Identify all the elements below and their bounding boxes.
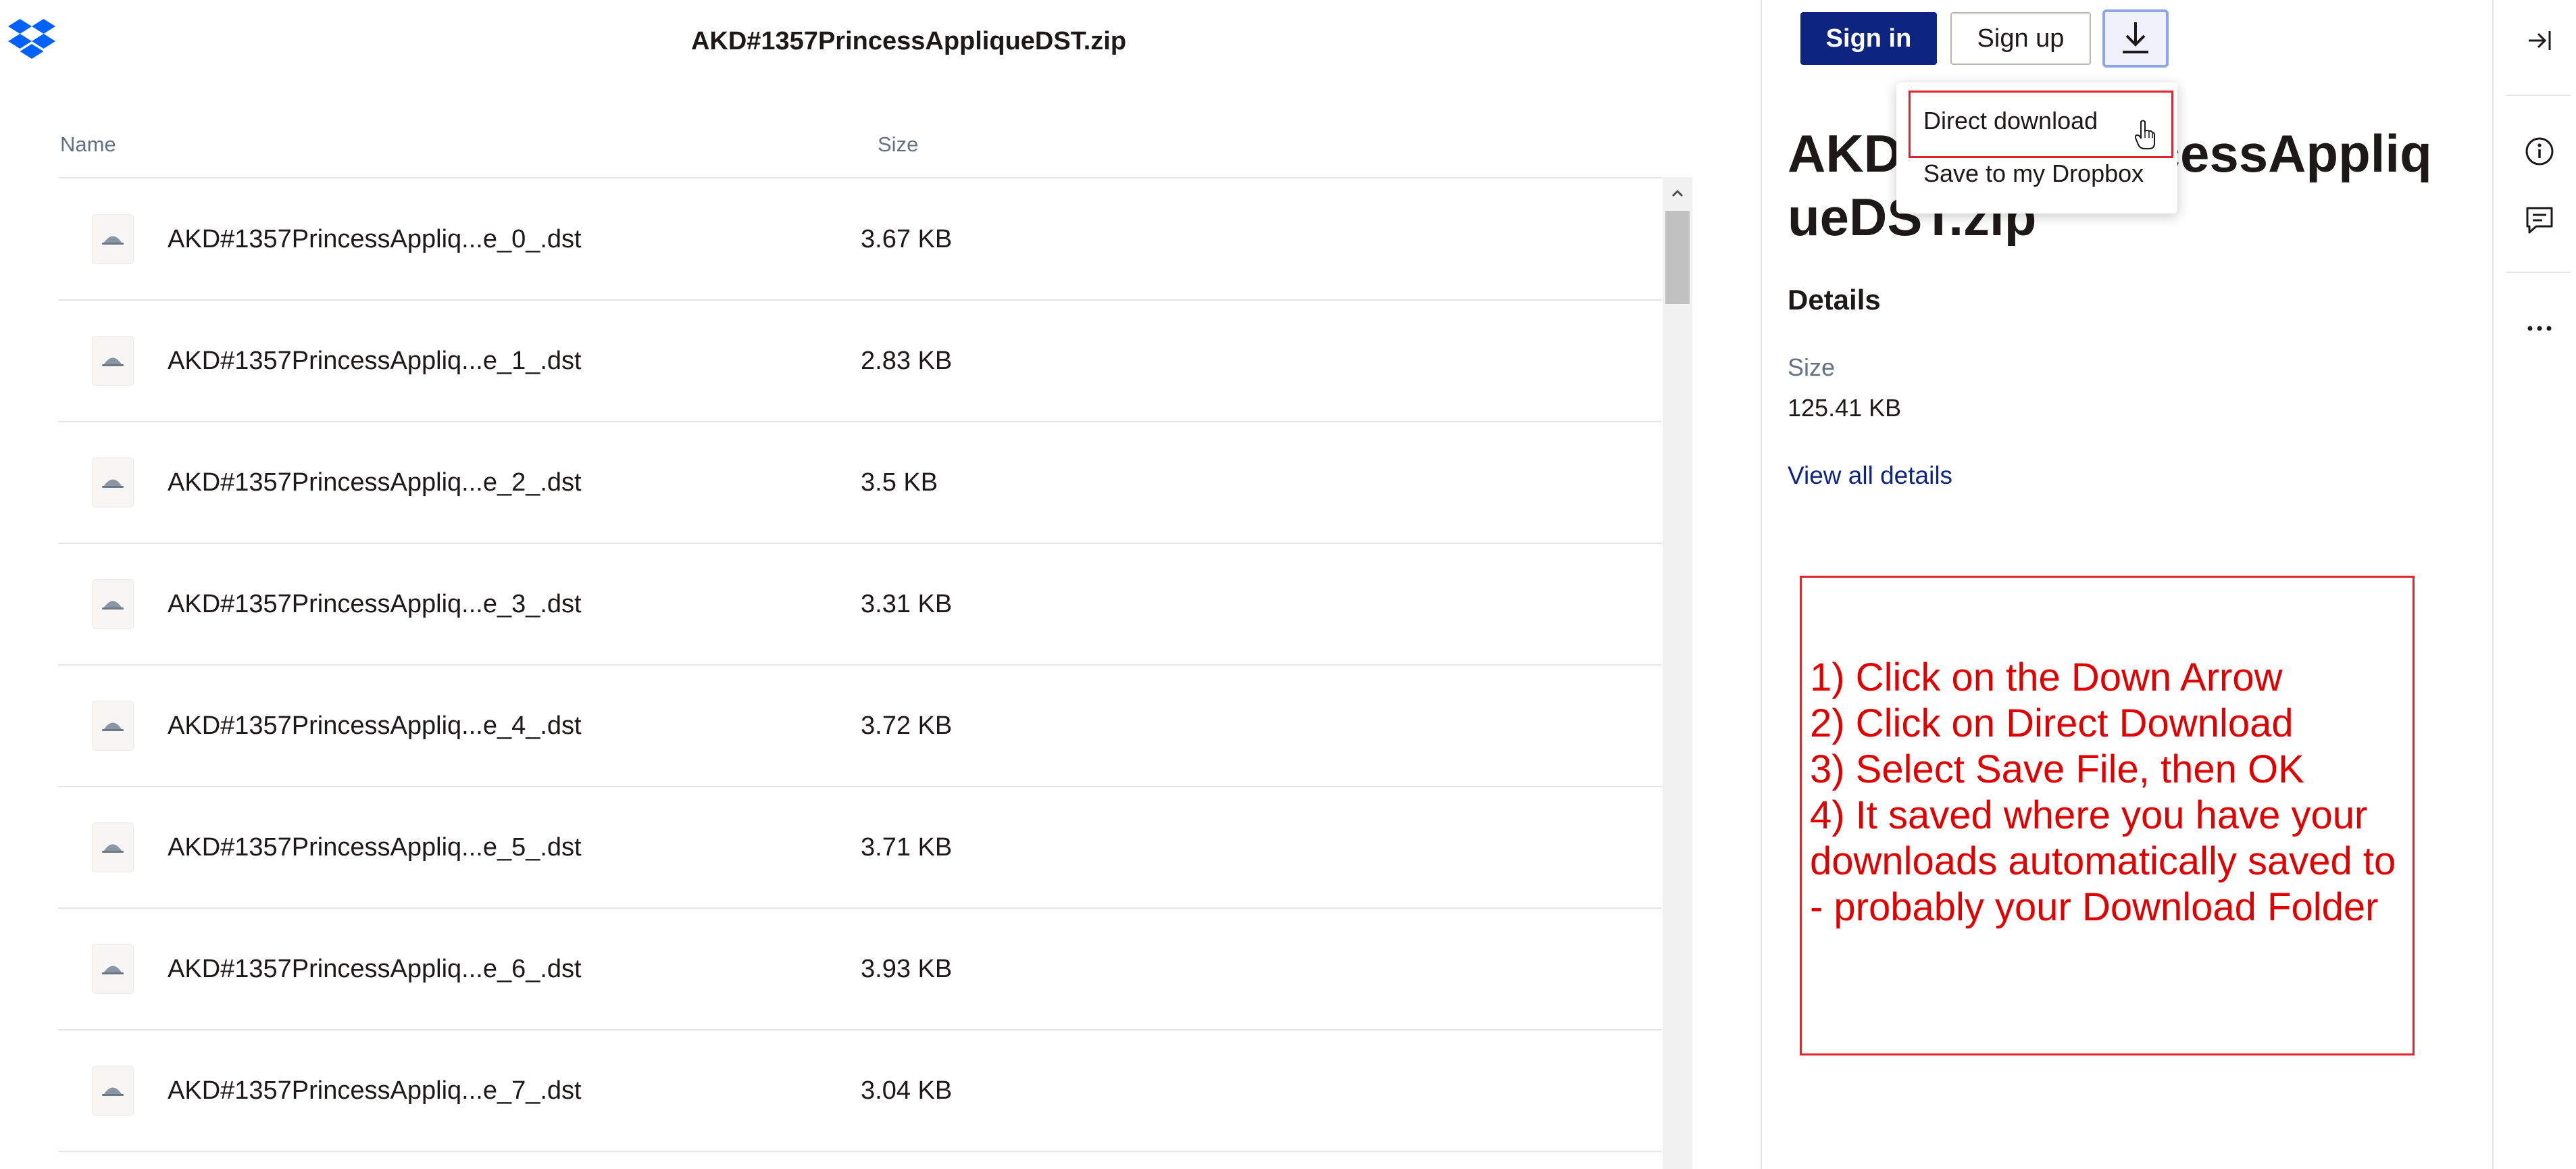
rail-separator — [2506, 95, 2571, 96]
instructions-note: 1) Click on the Down Arrow 2) Click on D… — [1800, 576, 2415, 1055]
scroll-thumb[interactable] — [1665, 211, 1690, 304]
embroidery-file-icon — [92, 457, 134, 507]
file-size: 3.5 KB — [861, 468, 938, 497]
table-row[interactable]: AKD#1357PrincessAppliq...e_2_.dst 3.5 KB — [58, 422, 1662, 544]
view-all-details-link[interactable]: View all details — [1788, 462, 1952, 490]
rail-divider — [2492, 0, 2494, 1169]
table-row[interactable]: AKD#1357PrincessAppliq...e_4_.dst 3.72 K… — [58, 666, 1662, 787]
rail-separator — [2506, 272, 2571, 273]
embroidery-file-icon — [92, 1066, 134, 1116]
comment-icon[interactable] — [2521, 201, 2558, 239]
page-title: AKD#1357PrincessAppliqueDST.zip — [690, 27, 1127, 55]
embroidery-file-icon — [92, 944, 134, 994]
sign-up-button[interactable]: Sign up — [1950, 12, 2091, 65]
info-icon[interactable] — [2521, 132, 2558, 170]
file-list-scrollbar[interactable] — [1663, 177, 1692, 1169]
embroidery-file-icon — [92, 822, 134, 872]
column-header-size[interactable]: Size — [878, 132, 918, 157]
file-size: 3.72 KB — [861, 711, 953, 740]
embroidery-file-icon — [92, 214, 134, 264]
instruction-line: 4) It saved where you have your download… — [1810, 793, 2396, 929]
file-name[interactable]: AKD#1357PrincessAppliq...e_7_.dst — [168, 1076, 582, 1105]
file-list: AKD#1357PrincessAppliq...e_0_.dst 3.67 K… — [58, 179, 1662, 1169]
file-size: 3.71 KB — [861, 832, 953, 862]
file-name[interactable]: AKD#1357PrincessAppliq...e_6_.dst — [168, 955, 582, 984]
instruction-line: 2) Click on Direct Download — [1810, 701, 2294, 745]
file-size: 3.93 KB — [861, 954, 953, 983]
file-name[interactable]: AKD#1357PrincessAppliq...e_3_.dst — [168, 590, 582, 619]
panel-divider — [1761, 0, 1762, 1169]
table-row[interactable]: AKD#1357PrincessAppliq...e_0_.dst 3.67 K… — [58, 179, 1662, 301]
size-label: Size — [1788, 353, 1836, 381]
file-name[interactable]: AKD#1357PrincessAppliq...e_2_.dst — [168, 468, 582, 497]
file-size: 3.04 KB — [861, 1076, 953, 1105]
instruction-line: 3) Select Save File, then OK — [1810, 747, 2304, 791]
table-row[interactable]: AKD#1357PrincessAppliq...e_5_.dst 3.71 K… — [58, 787, 1662, 909]
download-button[interactable] — [2102, 9, 2169, 68]
header-divider — [58, 177, 1662, 178]
table-row[interactable]: AKD#1357PrincessAppliq...e_1_.dst 2.83 K… — [58, 301, 1662, 422]
embroidery-file-icon — [92, 579, 134, 629]
instruction-line: 1) Click on the Down Arrow — [1810, 655, 2283, 699]
collapse-panel-icon[interactable] — [2521, 22, 2558, 59]
more-icon[interactable] — [2521, 309, 2558, 347]
embroidery-file-icon — [92, 336, 134, 386]
instructions-text: 1) Click on the Down Arrow 2) Click on D… — [1810, 655, 2404, 930]
details-heading: Details — [1788, 284, 1881, 316]
sign-in-button[interactable]: Sign in — [1800, 12, 1937, 65]
table-row[interactable]: AKD#1357PrincessAppliq...e_3_.dst 3.31 K… — [58, 544, 1662, 666]
menu-item-direct-download[interactable]: Direct download — [1923, 107, 2098, 135]
file-size: 3.67 KB — [861, 224, 953, 253]
file-name[interactable]: AKD#1357PrincessAppliq...e_4_.dst — [168, 712, 582, 741]
file-name[interactable]: AKD#1357PrincessAppliq...e_0_.dst — [168, 225, 582, 254]
size-value: 125.41 KB — [1788, 394, 1902, 422]
scroll-up-arrow-icon[interactable] — [1663, 181, 1692, 205]
column-header-name[interactable]: Name — [60, 132, 116, 157]
table-row[interactable]: AKD#1357PrincessAppliq...e_6_.dst 3.93 K… — [58, 909, 1662, 1030]
hand-pointer-cursor-icon — [2134, 119, 2155, 150]
embroidery-file-icon — [92, 701, 134, 751]
menu-item-save-to-dropbox[interactable]: Save to my Dropbox — [1923, 159, 2144, 188]
table-row[interactable]: AKD#1357PrincessAppliq...e_7_.dst 3.04 K… — [58, 1030, 1662, 1152]
file-size: 3.31 KB — [861, 589, 953, 618]
file-name[interactable]: AKD#1357PrincessAppliq...e_1_.dst — [168, 347, 582, 376]
download-arrow-icon — [2120, 20, 2151, 58]
file-name[interactable]: AKD#1357PrincessAppliq...e_5_.dst — [168, 833, 582, 862]
file-size: 2.83 KB — [861, 346, 953, 375]
